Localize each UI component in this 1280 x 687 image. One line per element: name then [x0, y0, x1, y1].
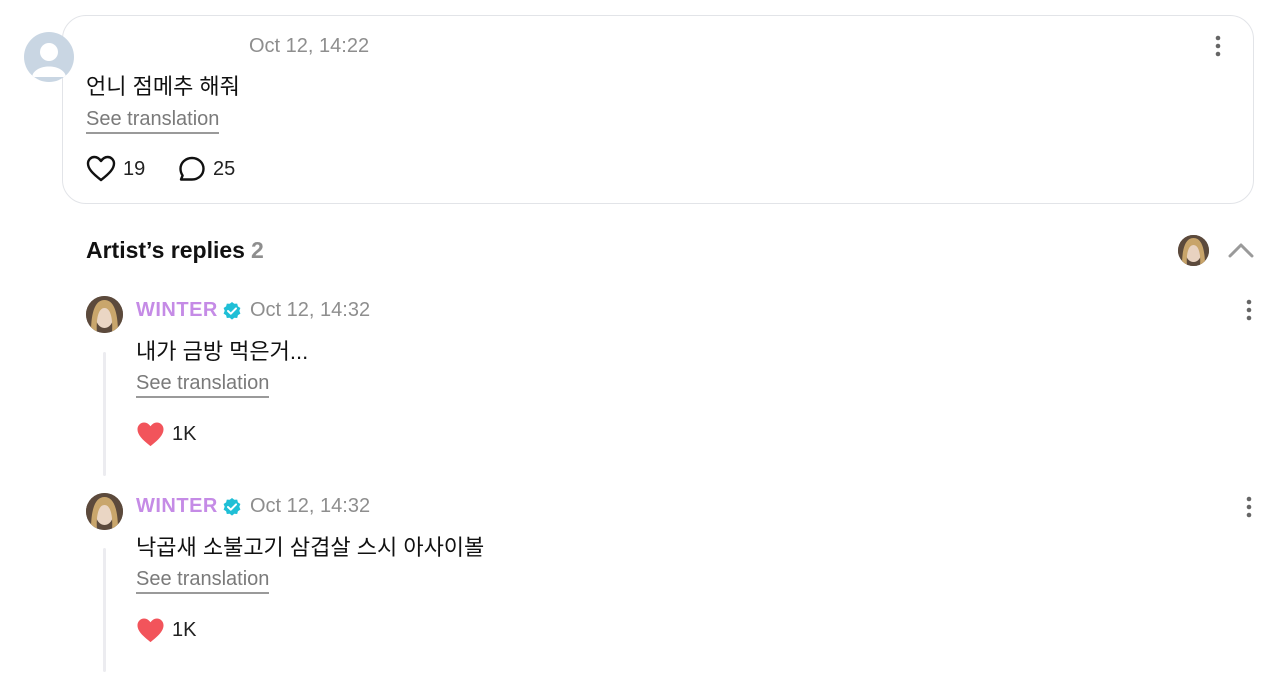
- default-avatar-icon: [32, 43, 66, 77]
- reply-timestamp: Oct 12, 14:32: [250, 299, 371, 321]
- see-translation-link[interactable]: See translation: [136, 371, 270, 398]
- post-comment-count: 25: [213, 157, 236, 180]
- post-comment-button[interactable]: 25: [178, 155, 235, 183]
- post-like-count: 19: [123, 157, 146, 180]
- see-translation-link[interactable]: See translation: [136, 567, 270, 594]
- reply-like-count: 1K: [172, 619, 197, 641]
- reply-timestamp: Oct 12, 14:32: [250, 495, 371, 517]
- chevron-up-icon[interactable]: [1227, 240, 1255, 260]
- verified-badge-icon: [223, 301, 241, 320]
- reply-text: 내가 금방 먹은거...: [136, 339, 309, 364]
- see-translation-link[interactable]: See translation: [86, 107, 220, 134]
- post-like-button[interactable]: 19: [86, 155, 145, 183]
- section-count: 2: [250, 237, 264, 263]
- thread-line: [103, 352, 106, 476]
- more-vertical-icon[interactable]: [1237, 298, 1261, 322]
- reply-like-button[interactable]: 1K: [136, 617, 196, 644]
- artist-replies-header: Artist’s replies 2: [86, 237, 264, 264]
- reply-author[interactable]: WINTER: [136, 299, 242, 322]
- reply-like-count: 1K: [172, 423, 197, 445]
- heart-filled-icon: [137, 422, 164, 447]
- reply-text: 낙곱새 소불고기 삼겹살 스시 아사이볼: [136, 535, 485, 560]
- thread-line: [103, 548, 106, 672]
- artist-avatar-small: [1178, 235, 1209, 266]
- section-title: Artist’s replies: [86, 237, 245, 263]
- more-vertical-icon[interactable]: [1237, 495, 1261, 519]
- heart-outline-icon: [86, 155, 116, 182]
- post-text: 언니 점메추 해줘: [86, 74, 240, 99]
- artist-name: WINTER: [136, 495, 218, 517]
- reply-author[interactable]: WINTER: [136, 495, 242, 518]
- verified-badge-icon: [223, 497, 241, 516]
- heart-filled-icon: [137, 618, 164, 643]
- more-vertical-icon[interactable]: [1206, 34, 1230, 58]
- artist-avatar[interactable]: [86, 493, 123, 530]
- artist-name: WINTER: [136, 299, 218, 321]
- artist-avatar[interactable]: [86, 296, 123, 333]
- reply-like-button[interactable]: 1K: [136, 421, 196, 448]
- user-avatar[interactable]: [24, 32, 74, 82]
- comment-bubble-icon: [179, 156, 205, 181]
- post-timestamp: Oct 12, 14:22: [249, 35, 370, 57]
- post-card: [62, 15, 1254, 204]
